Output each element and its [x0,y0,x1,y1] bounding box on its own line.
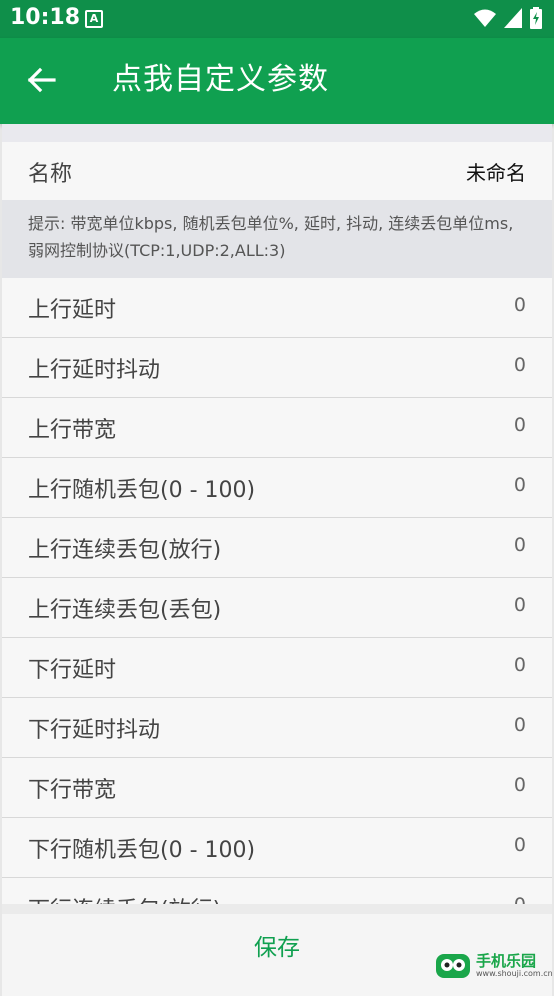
param-value: 0 [513,474,526,496]
hint-panel: 提示: 带宽单位kbps, 随机丢包单位%, 延时, 抖动, 连续丢包单位ms,… [2,200,552,278]
param-label: 下行带宽 [28,778,117,803]
settings-content: 名称 未命名 提示: 带宽单位kbps, 随机丢包单位%, 延时, 抖动, 连续… [2,124,552,904]
param-label: 下行随机丢包(0 - 100) [28,838,256,863]
battery-icon [530,7,542,29]
wifi-icon [474,9,496,27]
hint-text: 提示: 带宽单位kbps, 随机丢包单位%, 延时, 抖动, 连续丢包单位ms,… [28,214,514,260]
status-bar: 10:18 A [0,0,554,38]
arrow-left-icon [27,67,56,93]
param-label: 上行带宽 [28,418,117,443]
param-label: 下行连续丢包(放行) [28,892,221,904]
signal-icon [504,8,522,28]
param-row[interactable]: 下行延时 0 [2,638,552,698]
param-label: 上行随机丢包(0 - 100) [28,478,256,503]
param-row[interactable]: 下行连续丢包(放行) 0 [2,878,552,904]
param-row[interactable]: 下行随机丢包(0 - 100) 0 [2,818,552,878]
name-value: 未命名 [466,161,526,185]
param-label: 上行连续丢包(放行) [28,538,222,563]
system-icons [474,7,542,29]
page-title: 点我自定义参数 [112,62,329,97]
param-value: 0 [513,534,526,556]
param-value: 0 [513,714,526,736]
param-label: 上行延时抖动 [28,358,161,383]
name-label: 名称 [28,162,73,187]
param-value: 0 [513,654,526,676]
param-label: 上行延时 [28,298,117,323]
param-value: 0 [513,834,526,856]
param-row[interactable]: 上行连续丢包(放行) 0 [2,518,552,578]
bottom-bar: 保存 手机乐园 www.shouji.com.cn [2,904,553,996]
param-row[interactable]: 上行带宽 0 [2,398,552,458]
param-value: 0 [514,894,526,904]
parameter-list: 上行延时 0 上行延时抖动 0 上行带宽 0 上行随机丢包(0 - 100) 0 上行连… [2,278,552,904]
param-label: 下行延时抖动 [28,718,161,743]
back-button[interactable] [26,60,60,100]
param-value: 0 [513,774,526,796]
param-row[interactable]: 上行延时 0 [2,278,552,338]
watermark-text: 手机乐园 [476,952,537,970]
status-time: 10:18 [10,5,81,30]
param-value: 0 [513,594,526,616]
param-label: 下行延时 [28,658,117,683]
param-label: 上行连续丢包(丢包) [28,598,222,623]
param-value: 0 [513,294,526,316]
param-row[interactable]: 下行延时抖动 0 [2,698,552,758]
watermark-sub: www.shouji.com.cn [476,969,553,978]
watermark-logo: 手机乐园 www.shouji.com.cn [434,948,553,982]
param-value: 0 [513,354,526,376]
param-row[interactable]: 上行随机丢包(0 - 100) 0 [2,458,552,518]
param-row[interactable]: 上行连续丢包(丢包) 0 [2,578,552,638]
name-row[interactable]: 名称 未命名 [2,142,552,201]
param-value: 0 [513,414,526,436]
app-bar: 点我自定义参数 [0,38,554,124]
watermark-mascot-icon [436,954,470,978]
notification-icon: A [85,10,103,28]
param-row[interactable]: 上行延时抖动 0 [2,338,552,398]
param-row[interactable]: 下行带宽 0 [2,758,552,818]
